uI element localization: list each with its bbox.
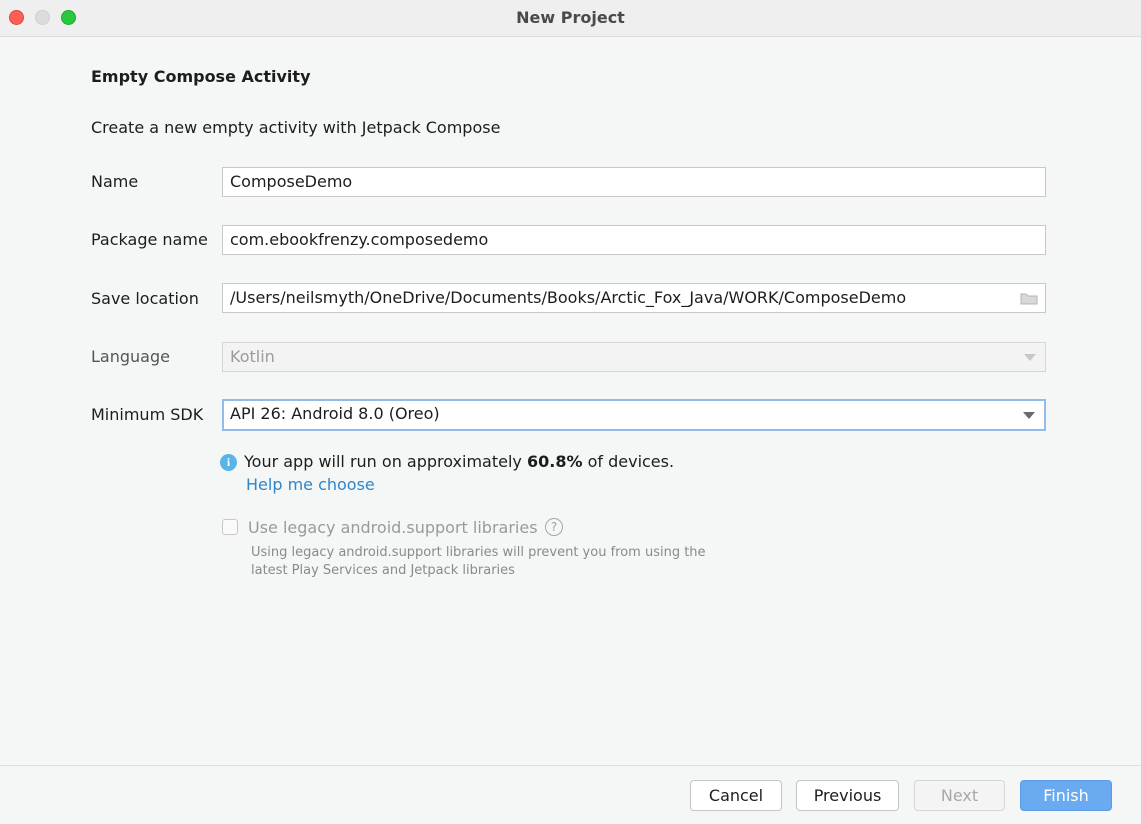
- save-location-value: /Users/neilsmyth/OneDrive/Documents/Book…: [230, 288, 907, 307]
- minimum-sdk-label: Minimum SDK: [91, 405, 204, 424]
- help-icon[interactable]: ?: [545, 518, 563, 536]
- help-me-choose-link[interactable]: Help me choose: [246, 475, 375, 494]
- save-location-label: Save location: [91, 289, 199, 308]
- note-line-1: Using legacy android.support libraries w…: [251, 545, 706, 560]
- cancel-button[interactable]: Cancel: [690, 780, 782, 811]
- package-name-input[interactable]: com.ebookfrenzy.composedemo: [222, 225, 1046, 255]
- coverage-prefix: Your app will run on approximately: [244, 452, 527, 471]
- name-label: Name: [91, 172, 139, 191]
- next-button[interactable]: Next: [914, 780, 1005, 811]
- legacy-support-note: Using legacy android.support libraries w…: [251, 544, 721, 580]
- language-label: Language: [91, 347, 170, 366]
- note-line-2: latest Play Services and Jetpack librari…: [251, 563, 515, 578]
- chevron-down-icon: [1024, 354, 1036, 361]
- coverage-percent: 60.8%: [526, 452, 583, 471]
- save-location-input[interactable]: /Users/neilsmyth/OneDrive/Documents/Book…: [222, 283, 1046, 313]
- language-select: Kotlin: [222, 342, 1046, 372]
- name-input[interactable]: ComposeDemo: [222, 167, 1046, 197]
- folder-icon[interactable]: [1020, 292, 1038, 305]
- minimum-sdk-select[interactable]: API 26: Android 8.0 (Oreo): [222, 399, 1046, 431]
- finish-button[interactable]: Finish: [1020, 780, 1112, 811]
- footer-divider: [0, 765, 1141, 766]
- info-icon: i: [220, 454, 237, 471]
- legacy-support-label[interactable]: Use legacy android.support libraries: [248, 518, 538, 537]
- window-title: New Project: [516, 8, 625, 27]
- previous-button[interactable]: Previous: [796, 780, 899, 811]
- device-coverage-text: Your app will run on approximately 60.8%…: [244, 452, 674, 471]
- minimum-sdk-value: API 26: Android 8.0 (Oreo): [230, 404, 440, 423]
- legacy-support-checkbox[interactable]: [222, 519, 238, 535]
- chevron-down-icon[interactable]: [1023, 412, 1035, 419]
- title-bar: New Project: [0, 0, 1141, 37]
- page-heading: Empty Compose Activity: [91, 67, 311, 86]
- page-description: Create a new empty activity with Jetpack…: [91, 118, 501, 137]
- language-value: Kotlin: [230, 347, 275, 366]
- coverage-suffix: of devices.: [582, 452, 675, 471]
- package-name-label: Package name: [91, 230, 208, 249]
